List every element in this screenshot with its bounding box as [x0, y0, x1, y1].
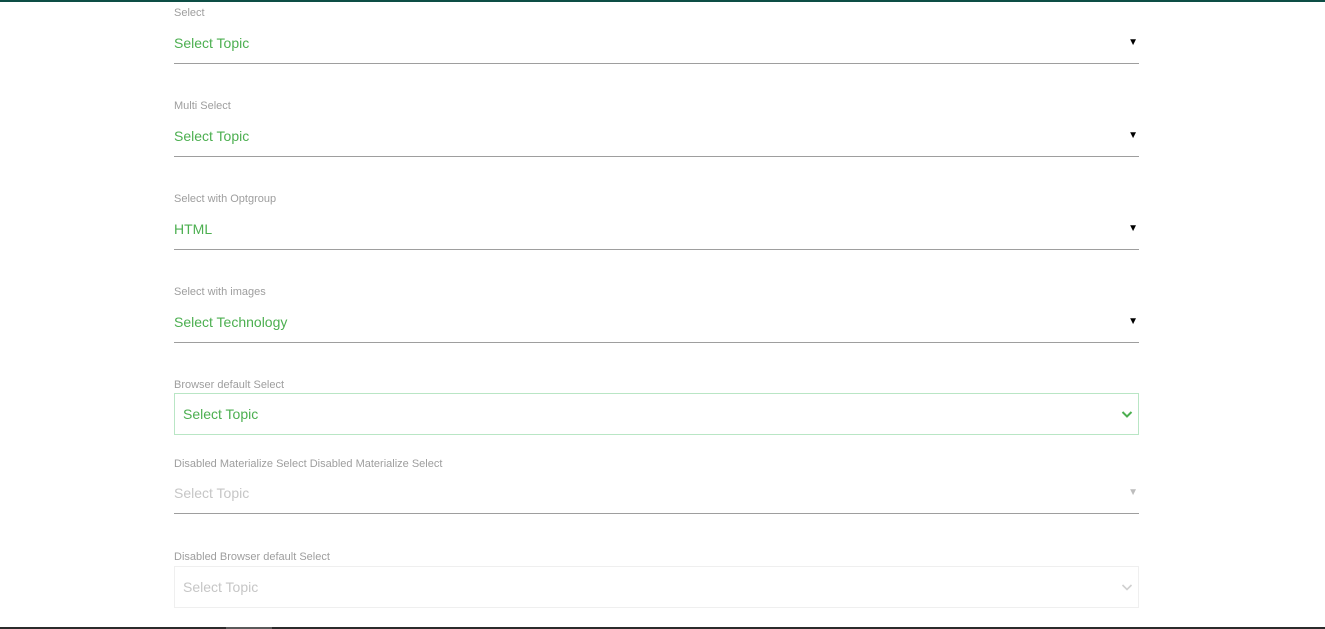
- disabled-materialize-select: Select Topic ▼: [174, 473, 1139, 514]
- disabled-materialize-select-label: Disabled Materialize Select Disabled Mat…: [174, 458, 443, 470]
- caret-down-icon: ▼: [1128, 130, 1138, 141]
- top-border: [0, 0, 1325, 2]
- images-select-dropdown[interactable]: Select Technology ▼: [174, 302, 1139, 343]
- disabled-materialize-select-value: Select Topic: [174, 485, 250, 501]
- optgroup-select-label: Select with Optgroup: [174, 193, 277, 205]
- chevron-down-icon: [1121, 584, 1133, 591]
- caret-down-icon: ▼: [1128, 223, 1138, 234]
- select-dropdown[interactable]: Select Topic ▼: [174, 23, 1139, 64]
- select-label: Select: [174, 7, 205, 19]
- browser-default-select[interactable]: Select Topic: [174, 393, 1139, 435]
- optgroup-select-dropdown[interactable]: HTML ▼: [174, 209, 1139, 250]
- optgroup-select-value: HTML: [174, 221, 213, 237]
- multi-select-dropdown[interactable]: Select Topic ▼: [174, 116, 1139, 157]
- multi-select-label: Multi Select: [174, 100, 231, 112]
- caret-down-icon: ▼: [1128, 37, 1138, 48]
- caret-down-icon: ▼: [1128, 316, 1138, 327]
- disabled-browser-default-select: Select Topic: [174, 566, 1139, 608]
- disabled-browser-default-select-value: Select Topic: [183, 579, 259, 595]
- browser-default-select-label: Browser default Select: [174, 379, 285, 391]
- caret-down-icon: ▼: [1128, 487, 1138, 498]
- select-value: Select Topic: [174, 35, 250, 51]
- multi-select-value: Select Topic: [174, 128, 250, 144]
- chevron-down-icon: [1121, 411, 1133, 418]
- images-select-value: Select Technology: [174, 314, 288, 330]
- browser-default-select-value: Select Topic: [183, 406, 259, 422]
- disabled-browser-default-select-label: Disabled Browser default Select: [174, 551, 330, 563]
- images-select-label: Select with images: [174, 286, 266, 298]
